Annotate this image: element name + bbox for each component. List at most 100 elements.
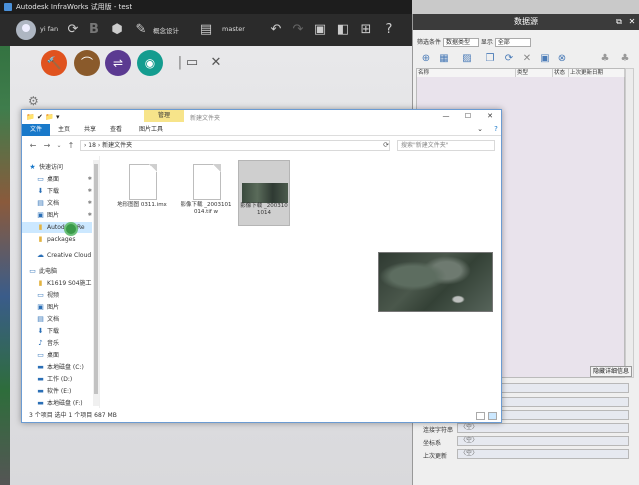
nav-item[interactable]: ▣ 图片 ✱ <box>22 210 92 221</box>
user-name[interactable]: yi fan <box>40 25 58 33</box>
help-icon[interactable]: ? <box>488 124 504 135</box>
copy-icon[interactable]: ❐ <box>483 52 497 66</box>
recent-dropdown-icon[interactable]: ⌄ <box>54 141 64 151</box>
filter-select[interactable]: 数据类型 <box>442 38 479 47</box>
nav-item[interactable]: ▭ 视频 <box>22 290 92 301</box>
tab-view[interactable]: 查看 <box>104 124 128 136</box>
nav-item[interactable]: ⬇ 下载 <box>22 326 92 337</box>
manage-context-tab[interactable]: 管理 <box>144 110 184 122</box>
close-icon[interactable]: ✕ <box>482 111 498 122</box>
nav-item[interactable]: ▮ K1619 S04施工 <box>22 278 92 289</box>
explorer-titlebar: 📁 ✔ 📁 ▾ 管理 新建文件夹 — ☐ ✕ <box>22 110 501 124</box>
proposal-name[interactable]: master <box>222 25 245 33</box>
column-header-name[interactable]: 名称 <box>417 69 516 77</box>
file-item[interactable]: 地形图图 0311.imx <box>116 160 168 226</box>
tab-home[interactable]: 主页 <box>52 124 76 136</box>
help-icon[interactable]: ? <box>379 20 399 40</box>
file-item[interactable]: 影像下载 _2003101014.tif w <box>180 160 232 226</box>
close-panel-icon[interactable]: ✕ <box>627 16 637 28</box>
bold-b-icon[interactable]: B <box>84 20 104 40</box>
concept-design-label[interactable]: 概念设计 <box>153 25 179 35</box>
nav-item[interactable]: ▭ 桌面 ✱ <box>22 174 92 185</box>
layers-icon[interactable]: ⬢ <box>107 20 127 40</box>
nav-item[interactable]: ♪ 音乐 <box>22 338 92 349</box>
nav-item-label: 下载 <box>47 188 60 195</box>
present-icon[interactable]: ◉ <box>137 50 163 76</box>
configure-icon[interactable]: ▦ <box>437 52 451 66</box>
proposal-icon[interactable]: ▤ <box>196 20 216 40</box>
nav-item[interactable]: ▮ Autodesk Re <box>22 222 92 233</box>
refresh-icon[interactable]: ⟳ <box>380 140 392 151</box>
nav-item[interactable]: ▣ 图片 <box>22 302 92 313</box>
tab-picture-tools[interactable]: 图片工具 <box>132 124 170 136</box>
nav-item[interactable]: ★ 快速访问 <box>22 162 92 173</box>
column-header-updated[interactable]: 上次更新日期 <box>569 69 625 77</box>
sync-icon[interactable]: ⟳ <box>63 20 83 40</box>
nav-item[interactable]: ▭ 此电脑 <box>22 266 92 277</box>
design-pen-icon[interactable]: ✎ <box>131 20 151 40</box>
refresh-icon[interactable]: ⟳ <box>502 52 516 66</box>
tools-wrench-icon[interactable]: ✕ <box>206 53 226 73</box>
float-panel-icon[interactable]: ⧉ <box>614 16 624 28</box>
expand-ribbon-icon[interactable]: ⌄ <box>472 124 488 135</box>
close-source-icon[interactable]: ⊗ <box>555 52 569 66</box>
up-icon[interactable]: ↑ <box>66 141 76 151</box>
nav-item[interactable]: ▬ 工作 (D:) <box>22 374 92 385</box>
show-select[interactable]: 全部 <box>494 38 531 47</box>
nav-item[interactable]: ▤ 文档 ✱ <box>22 198 92 209</box>
tab-file[interactable]: 文件 <box>22 124 50 136</box>
pin-icon[interactable]: ✱ <box>88 186 92 197</box>
table-scrollbar[interactable] <box>625 68 634 378</box>
settings-gear-icon[interactable]: ⚙ <box>28 94 39 108</box>
back-icon[interactable]: ← <box>28 141 38 151</box>
nav-item[interactable]: ▬ 本地磁盘 (C:) <box>22 362 92 373</box>
undo-icon[interactable]: ↶ <box>266 20 286 40</box>
property-value[interactable]: 〈空〉 <box>457 436 629 446</box>
nav-item-label: K1619 S04施工 <box>47 280 92 287</box>
redo-icon[interactable]: ↷ <box>288 20 308 40</box>
column-header-status[interactable]: 状态 <box>553 69 569 77</box>
property-value[interactable]: 〈空〉 <box>457 423 629 433</box>
nav-item[interactable]: ▬ 本地磁盘 (F:) <box>22 398 92 409</box>
property-value[interactable]: 〈空〉 <box>457 449 629 459</box>
large-icons-view-icon[interactable] <box>488 412 497 420</box>
build-tools-icon[interactable]: 🔨 <box>41 50 67 76</box>
group-icon[interactable]: ♣ <box>598 52 612 66</box>
pin-icon[interactable]: ✱ <box>88 198 92 209</box>
scrollbar-thumb[interactable] <box>94 164 98 394</box>
add-datasource-icon[interactable]: ⊕ <box>419 52 433 66</box>
nav-item[interactable]: ☁ Creative Cloud F <box>22 250 92 261</box>
ungroup-icon[interactable]: ♣ <box>618 52 632 66</box>
analyze-icon[interactable]: ⌒ <box>74 50 100 76</box>
nav-item-label: 图片 <box>47 212 60 219</box>
bridge-icon[interactable]: ⇌ <box>105 50 131 76</box>
details-view-icon[interactable] <box>476 412 485 420</box>
maximize-icon[interactable]: ☐ <box>460 111 476 122</box>
pin-icon[interactable]: ✱ <box>88 174 92 185</box>
monitor-icon[interactable]: ▭ <box>182 53 202 73</box>
import-icon[interactable]: ▨ <box>460 52 474 66</box>
navigation-scrollbar[interactable] <box>93 160 99 406</box>
grid-icon[interactable]: ⊞ <box>356 20 376 40</box>
nav-item[interactable]: ▤ 文档 <box>22 314 92 325</box>
delete-icon[interactable]: ✕ <box>520 52 534 66</box>
bookmark-icon[interactable]: ◧ <box>333 20 353 40</box>
search-input[interactable]: 搜索"新建文件夹" <box>397 140 495 151</box>
nav-item[interactable]: ▭ 桌面 <box>22 350 92 361</box>
save-icon[interactable]: ▣ <box>310 20 330 40</box>
quick-access-toolbar-icons[interactable]: 📁 ✔ 📁 ▾ <box>26 113 60 121</box>
nav-item[interactable]: ▬ 软件 (E:) <box>22 386 92 397</box>
address-bar[interactable]: › 18 › 新建文件夹 <box>80 140 390 151</box>
forward-icon[interactable]: → <box>42 141 52 151</box>
edit-icon[interactable]: ▣ <box>538 52 552 66</box>
nav-item[interactable]: ⬇ 下载 ✱ <box>22 186 92 197</box>
tab-share[interactable]: 共享 <box>78 124 102 136</box>
minimize-icon[interactable]: — <box>438 111 454 122</box>
nav-item[interactable]: ▮ packages <box>22 234 92 245</box>
file-item-selected[interactable]: 影像下载 _2003101014 <box>238 160 290 226</box>
user-avatar[interactable] <box>16 20 36 40</box>
column-header-type[interactable]: 类型 <box>516 69 553 77</box>
pin-icon[interactable]: ✱ <box>88 210 92 221</box>
hide-details-button[interactable]: 隐藏详细信息 <box>590 366 632 377</box>
dragged-image-preview[interactable] <box>378 252 493 312</box>
